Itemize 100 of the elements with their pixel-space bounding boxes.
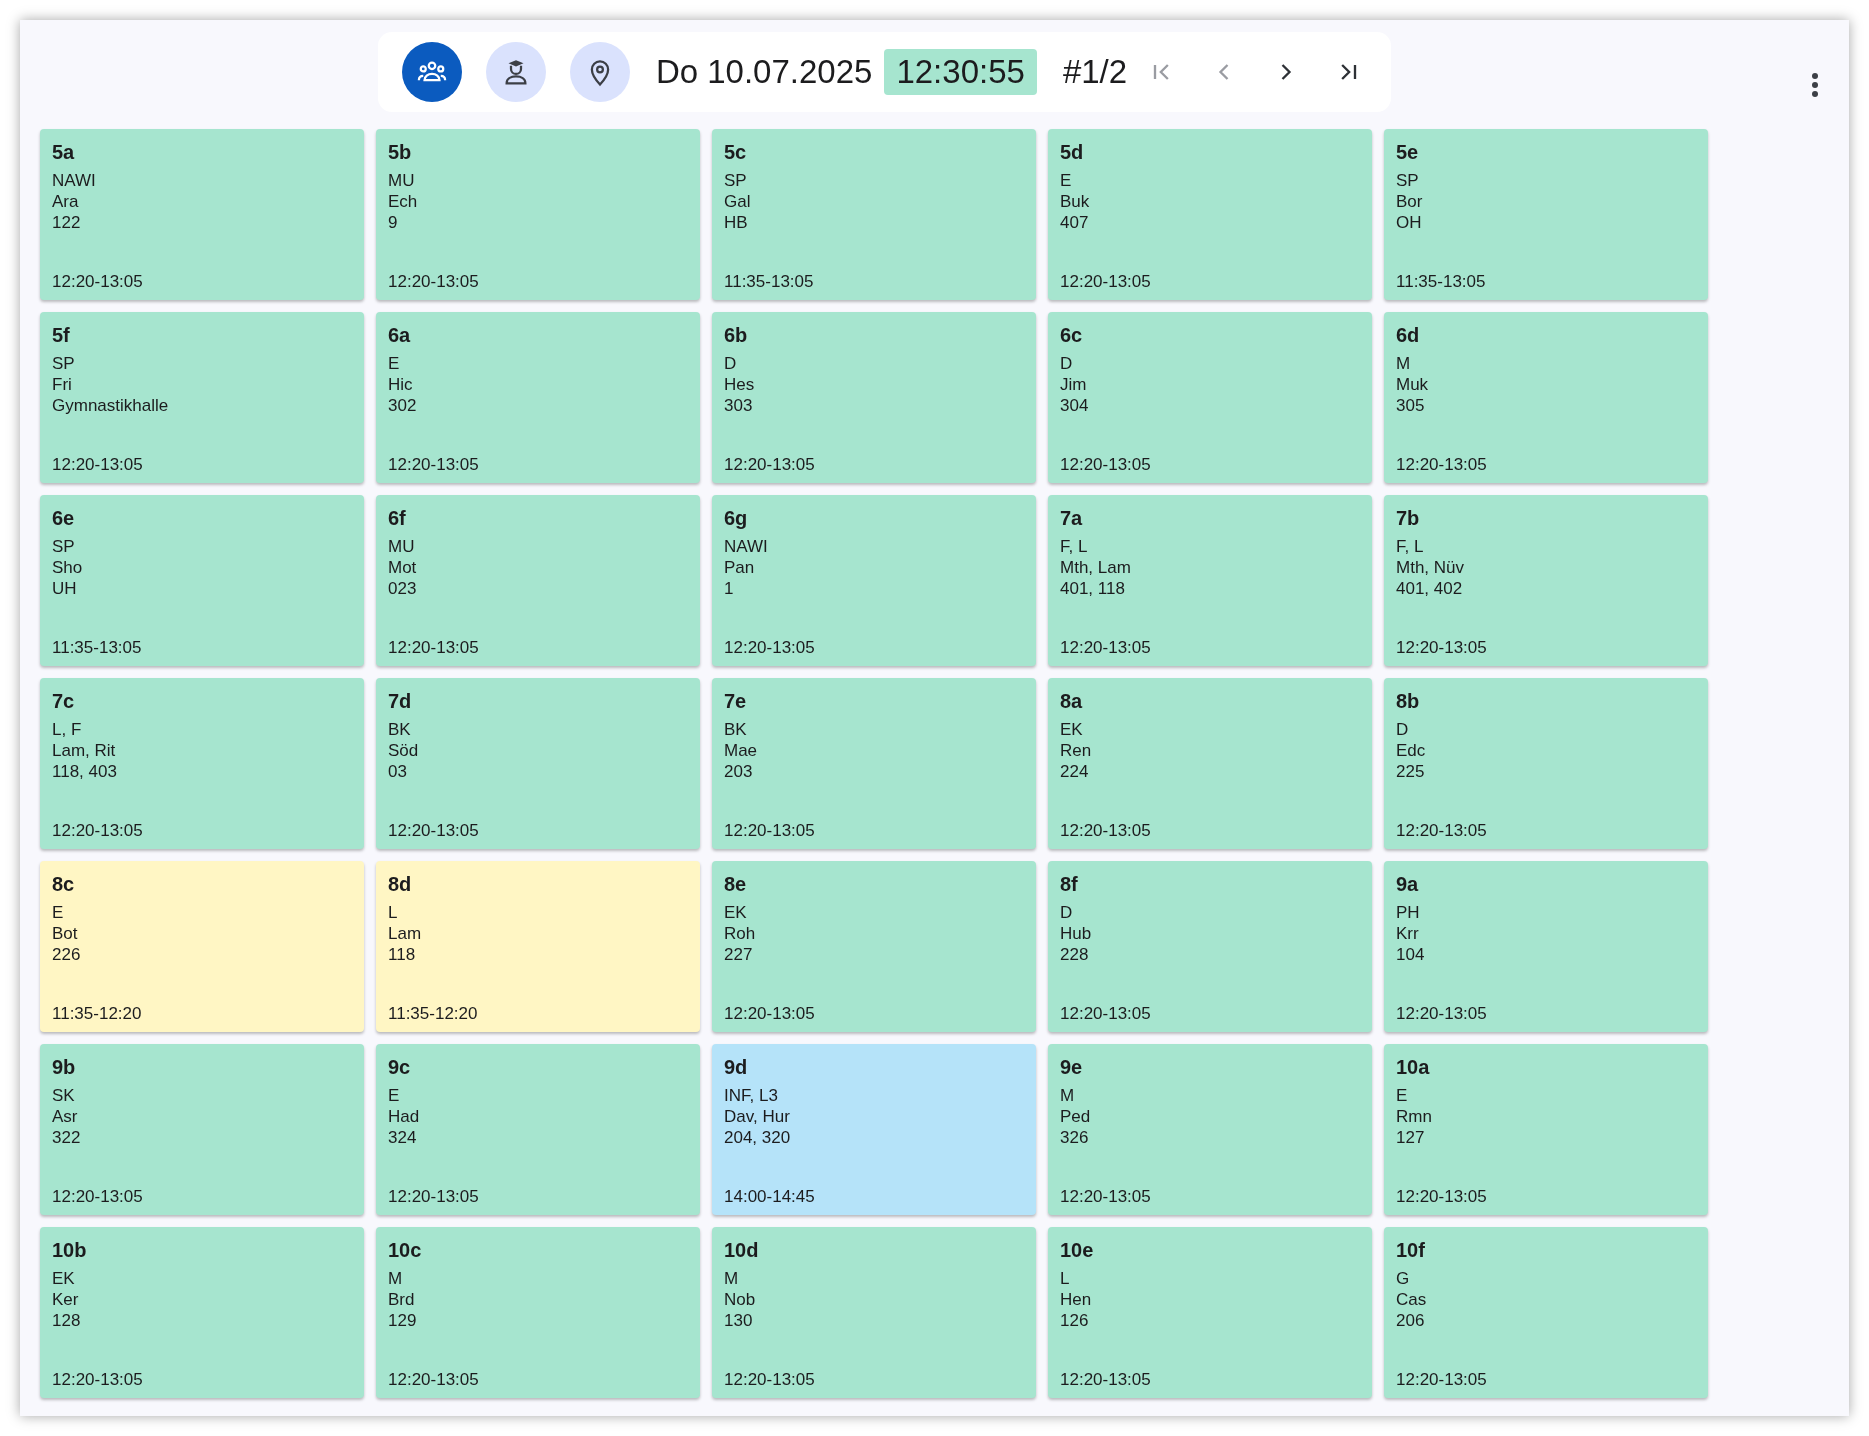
lesson-time: 11:35-13:05 xyxy=(724,271,815,292)
lesson-detail: E xyxy=(1396,1085,1409,1106)
lesson-detail: Mth, Lam xyxy=(1060,557,1132,578)
lesson-time: 12:20-13:05 xyxy=(1060,1369,1152,1390)
class-name: 8b xyxy=(1396,690,1421,713)
lesson-time: 12:20-13:05 xyxy=(1060,1186,1152,1207)
class-name: 9e xyxy=(1060,1056,1084,1079)
lesson-detail: 203 xyxy=(724,761,754,782)
lesson-time: 12:20-13:05 xyxy=(52,820,144,841)
lesson-detail: OH xyxy=(1396,212,1423,233)
lesson-time: 12:20-13:05 xyxy=(1396,454,1488,475)
lesson-detail: SK xyxy=(52,1085,76,1106)
class-name: 6b xyxy=(724,324,749,347)
lesson-time: 12:20-13:05 xyxy=(1060,637,1152,658)
lesson-detail: Ped xyxy=(1060,1106,1092,1127)
lesson-detail: NAWI xyxy=(52,170,97,191)
lesson-time: 12:20-13:05 xyxy=(52,1186,144,1207)
lesson-detail: L xyxy=(1060,1268,1071,1289)
lesson-detail: 305 xyxy=(1396,395,1426,416)
lesson-time: 12:20-13:05 xyxy=(1396,1186,1488,1207)
lesson-detail: Buk xyxy=(1060,191,1091,212)
lesson-detail: Lam, Rit xyxy=(52,740,117,761)
lesson-time: 12:20-13:05 xyxy=(388,1186,480,1207)
lesson-detail: SP xyxy=(1396,170,1420,191)
lesson-time: 12:20-13:05 xyxy=(52,454,144,475)
lesson-detail: 227 xyxy=(724,944,754,965)
class-name: 6e xyxy=(52,507,76,530)
lesson-detail: PH xyxy=(1396,902,1421,923)
lesson-time: 12:20-13:05 xyxy=(724,820,816,841)
lesson-detail: 401, 118 xyxy=(1060,578,1126,599)
lesson-detail: UH xyxy=(52,578,78,599)
lesson-detail: 118, 403 xyxy=(52,761,118,782)
lesson-detail: 1 xyxy=(724,578,735,599)
lesson-detail: D xyxy=(1060,902,1074,923)
lesson-detail: Gymnastikhalle xyxy=(52,395,170,416)
lesson-time: 12:20-13:05 xyxy=(1060,1003,1152,1024)
lesson-detail: Mae xyxy=(724,740,759,761)
lesson-detail: 228 xyxy=(1060,944,1090,965)
lesson-detail: M xyxy=(1396,353,1412,374)
lesson-detail: 129 xyxy=(388,1310,418,1331)
class-name: 10c xyxy=(388,1239,423,1262)
class-name: 8c xyxy=(52,873,76,896)
lesson-detail: 322 xyxy=(52,1127,82,1148)
lesson-time: 11:35-13:05 xyxy=(52,637,143,658)
lesson-detail: Gal xyxy=(724,191,752,212)
lesson-detail: 206 xyxy=(1396,1310,1426,1331)
lesson-detail: 104 xyxy=(1396,944,1426,965)
lesson-detail: Mth, Nüv xyxy=(1396,557,1466,578)
lesson-detail: Mot xyxy=(388,557,418,578)
class-name: 9c xyxy=(388,1056,412,1079)
lesson-detail: D xyxy=(1396,719,1410,740)
lesson-detail: Hub xyxy=(1060,923,1093,944)
class-name: 5c xyxy=(724,141,748,164)
class-name: 9a xyxy=(1396,873,1420,896)
lesson-detail: 03 xyxy=(388,761,408,782)
lesson-time: 12:20-13:05 xyxy=(52,271,144,292)
class-name: 5b xyxy=(388,141,413,164)
lesson-detail: Jim xyxy=(1060,374,1088,395)
lesson-detail: Brd xyxy=(388,1289,416,1310)
class-name: 8f xyxy=(1060,873,1079,896)
lesson-detail: 303 xyxy=(724,395,754,416)
lesson-detail: Ker xyxy=(52,1289,80,1310)
lesson-detail: NAWI xyxy=(724,536,769,557)
lesson-time: 12:20-13:05 xyxy=(388,820,480,841)
lesson-detail: Muk xyxy=(1396,374,1430,395)
lesson-time: 12:20-13:05 xyxy=(388,271,480,292)
lesson-detail: MU xyxy=(388,536,416,557)
lesson-detail: 9 xyxy=(388,212,399,233)
lesson-detail: Hen xyxy=(1060,1289,1093,1310)
lesson-detail: L, F xyxy=(52,719,83,740)
lesson-detail: 302 xyxy=(388,395,418,416)
lesson-time: 12:20-13:05 xyxy=(1396,820,1488,841)
lesson-detail: 226 xyxy=(52,944,82,965)
class-name: 10f xyxy=(1396,1239,1426,1262)
lesson-detail: Asr xyxy=(52,1106,79,1127)
lesson-detail: 023 xyxy=(388,578,418,599)
lesson-time: 12:20-13:05 xyxy=(388,1369,480,1390)
lesson-time: 12:20-13:05 xyxy=(1396,1003,1488,1024)
class-name: 6g xyxy=(724,507,749,530)
class-name: 7d xyxy=(388,690,413,713)
lesson-detail: BK xyxy=(388,719,412,740)
lesson-detail: MU xyxy=(388,170,416,191)
lesson-detail: SP xyxy=(52,353,76,374)
lesson-detail: M xyxy=(1060,1085,1076,1106)
class-name: 5f xyxy=(52,324,71,347)
lesson-detail: E xyxy=(388,1085,401,1106)
lesson-detail: L xyxy=(388,902,399,923)
lesson-time: 11:35-12:20 xyxy=(388,1003,479,1024)
lesson-detail: SP xyxy=(52,536,76,557)
lesson-time: 12:20-13:05 xyxy=(52,1369,144,1390)
class-name: 8d xyxy=(388,873,413,896)
lesson-time: 12:20-13:05 xyxy=(1396,1369,1488,1390)
lesson-detail: Ara xyxy=(52,191,80,212)
lesson-time: 12:20-13:05 xyxy=(724,637,816,658)
lesson-time: 12:20-13:05 xyxy=(1396,637,1488,658)
lesson-detail: Hic xyxy=(388,374,414,395)
lesson-detail: 326 xyxy=(1060,1127,1090,1148)
lesson-time: 12:20-13:05 xyxy=(1060,454,1152,475)
lesson-detail: 118 xyxy=(388,944,417,965)
lesson-detail: 126 xyxy=(1060,1310,1090,1331)
